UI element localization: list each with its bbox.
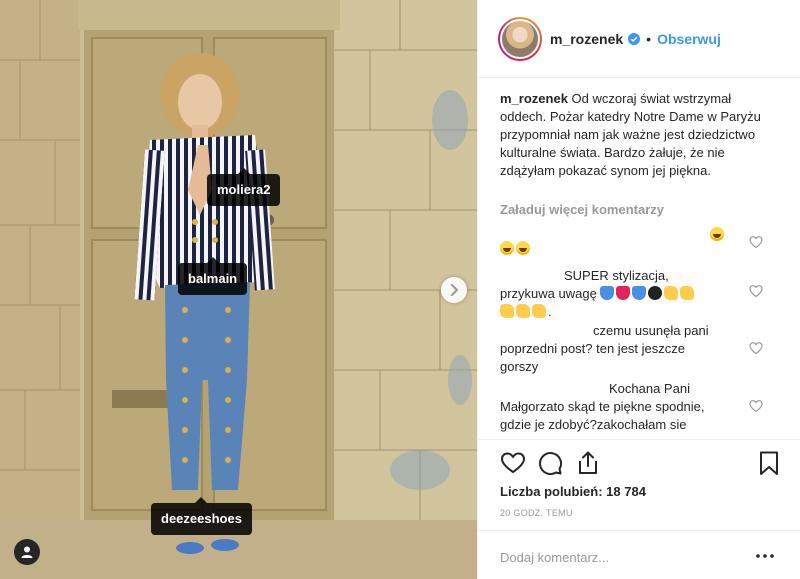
clap-emoji-icon [532, 304, 546, 318]
likes-count[interactable]: Liczba polubień: 18 784 [500, 484, 646, 499]
comment-text-line: przykuwa uwagę [500, 286, 597, 301]
person-icon[interactable] [14, 539, 40, 565]
load-more-comments-button[interactable]: Załaduj więcej komentarzy [500, 202, 664, 217]
clap-emoji-icon [500, 304, 514, 318]
comment-text: gorszy [500, 359, 539, 374]
comment-text: przykuwa uwagę [500, 285, 740, 303]
caption-username[interactable]: m_rozenek [500, 91, 568, 106]
photo-tag-moliera2[interactable]: moliera2 [207, 168, 281, 206]
comment-text [500, 240, 740, 258]
header-username[interactable]: m_rozenek [550, 31, 623, 47]
add-comment-section [478, 530, 800, 579]
header-separator: • [646, 30, 652, 47]
comment-text: poprzedni post? ten jest jeszcze [500, 341, 685, 356]
comments-list[interactable]: m_rozenek Od wczoraj świat wstrzymał odd… [478, 79, 800, 439]
post-side-panel: m_rozenek • Obserwuj m_rozenek Od wczora… [477, 0, 800, 579]
post-caption: m_rozenek Od wczoraj świat wstrzymał odd… [500, 90, 768, 180]
comment-like-heart-icon[interactable] [749, 284, 763, 298]
blue-heart-emoji-icon [600, 286, 615, 300]
chevron-right-icon[interactable] [441, 277, 467, 303]
laughing-emoji-icon [516, 241, 530, 255]
add-comment-input[interactable] [500, 546, 730, 568]
comment-text: SUPER stylizacja, [564, 268, 669, 283]
clap-emoji-icon [680, 286, 695, 300]
comment-like-heart-icon[interactable] [749, 399, 763, 413]
post-photo[interactable]: moliera2 balmain deezeeshoes [0, 0, 477, 579]
blue-heart-emoji-icon [632, 286, 647, 300]
bomb-emoji-icon [648, 286, 663, 300]
comment-text: Kochana Pani [609, 381, 690, 396]
comment-text: Małgorzato skąd te piękne spodnie, [500, 399, 705, 414]
photo-tag-balmain[interactable]: balmain [178, 257, 248, 295]
heart-icon[interactable] [500, 450, 526, 476]
laughing-emoji-icon [500, 241, 514, 255]
post-header: m_rozenek • Obserwuj [478, 0, 800, 78]
post-timestamp[interactable]: 20 GODZ. TEMU [500, 508, 573, 518]
comment-text: . [500, 303, 740, 321]
share-icon[interactable] [575, 450, 601, 476]
laughing-emoji-icon [710, 227, 724, 241]
avatar-image [500, 18, 540, 59]
red-heart-emoji-icon [616, 286, 631, 300]
more-options-icon[interactable] [755, 546, 775, 566]
verified-badge-icon [628, 32, 641, 45]
photo-tag-deezeeshoes[interactable]: deezeeshoes [151, 497, 252, 535]
avatar[interactable] [498, 16, 542, 61]
action-bar [500, 450, 780, 476]
comment-icon[interactable] [537, 450, 563, 476]
comment-text: czemu usunęła pani [593, 323, 709, 338]
clap-emoji-icon [516, 304, 530, 318]
follow-button[interactable]: Obserwuj [657, 31, 721, 47]
post-footer: Liczba polubień: 18 784 20 GODZ. TEMU [478, 439, 800, 579]
comment-like-heart-icon[interactable] [749, 235, 763, 249]
clap-emoji-icon [664, 286, 679, 300]
comment-text: gdzie je zdobyć?zakochałam sie [500, 417, 687, 432]
bookmark-icon[interactable] [756, 450, 782, 476]
comment-like-heart-icon[interactable] [749, 341, 763, 355]
